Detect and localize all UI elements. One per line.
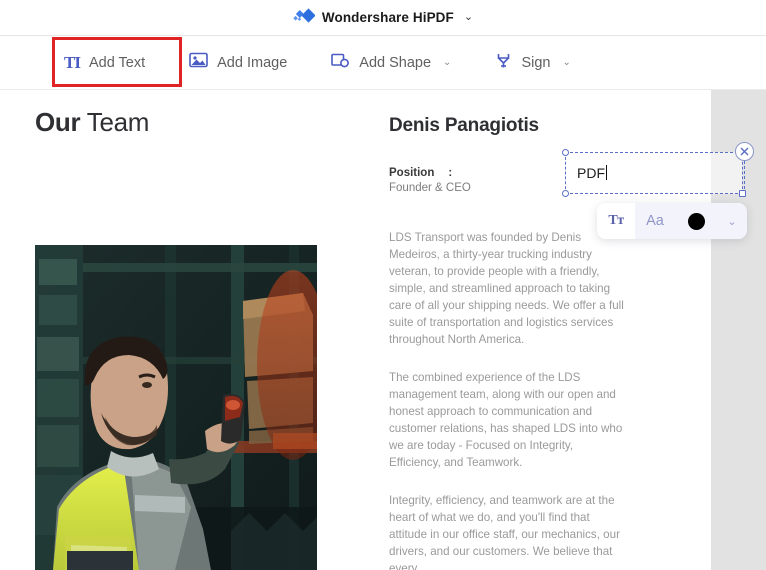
sign-label: Sign <box>521 54 551 71</box>
add-shape-button[interactable]: Add Shape ⌄ <box>331 43 451 83</box>
bio-position-label: Position <box>389 167 435 179</box>
font-icon: Tт <box>608 213 624 228</box>
warehouse-worker-photo <box>35 245 317 570</box>
add-shape-label: Add Shape <box>359 54 432 71</box>
title-bar: Wondershare HiPDF ⌄ <box>0 0 766 36</box>
image-icon <box>189 52 208 73</box>
bio-position-colon: : <box>448 167 453 179</box>
edit-toolbar: TI Add Text Add Image Add Shape ⌄ Sign ⌄ <box>0 36 766 90</box>
resize-handle-bottom-right[interactable] <box>739 190 746 197</box>
page-title-bold: Our <box>35 107 81 137</box>
add-image-button[interactable]: Add Image <box>189 43 287 83</box>
bio-paragraph: LDS Transport was founded by Denis Medei… <box>389 231 624 346</box>
app-brand[interactable]: Wondershare HiPDF ⌄ <box>293 7 473 28</box>
bio-name: Denis Panagiotis <box>389 115 539 136</box>
page-title-light: Team <box>80 107 150 137</box>
chevron-down-icon[interactable]: ⌄ <box>443 57 451 68</box>
bio-paragraph: The combined experience of the LDS manag… <box>389 371 623 469</box>
text-format-toolbar: Tт Aa ⌄ <box>597 203 747 239</box>
wondershare-diamond-logo-icon <box>293 7 316 28</box>
resize-handle-top-left[interactable] <box>562 149 569 156</box>
text-cursor <box>606 165 607 180</box>
font-size-button[interactable]: Aa <box>635 203 675 239</box>
sign-pen-icon <box>495 52 512 74</box>
more-options-button[interactable]: ⌄ <box>717 203 747 239</box>
text-edit-box[interactable]: PDF <box>562 149 746 197</box>
add-image-label: Add Image <box>217 54 288 71</box>
color-swatch-icon <box>687 212 705 230</box>
text-icon: TI <box>64 53 81 72</box>
add-text-label: Add Text <box>88 54 146 71</box>
text-color-button[interactable] <box>675 203 717 239</box>
resize-handle-bottom-left[interactable] <box>562 190 569 197</box>
font-size-icon: Aa <box>646 213 664 229</box>
add-text-button[interactable]: TI Add Text <box>64 43 145 83</box>
chevron-down-icon[interactable]: ⌄ <box>562 57 570 68</box>
page-title: Our Team <box>35 107 149 138</box>
app-title: Wondershare HiPDF <box>321 10 454 25</box>
font-family-button[interactable]: Tт <box>597 203 635 239</box>
chevron-down-icon[interactable]: ⌄ <box>464 12 473 23</box>
bio-paragraph: Integrity, efficiency, and teamwork are … <box>389 494 620 570</box>
chevron-down-icon: ⌄ <box>727 215 737 228</box>
sign-button[interactable]: Sign ⌄ <box>495 43 571 83</box>
text-edit-value: PDF <box>577 165 607 181</box>
close-icon[interactable] <box>735 142 754 161</box>
shape-icon <box>331 52 350 74</box>
